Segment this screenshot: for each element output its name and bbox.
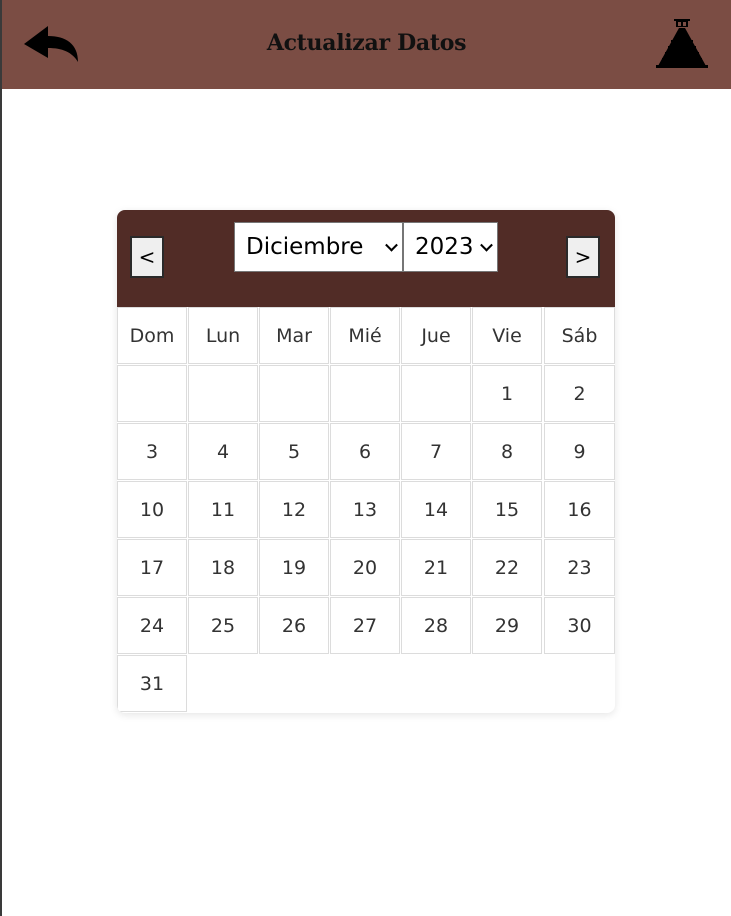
day-cell[interactable]: 21 xyxy=(401,539,471,596)
day-cell[interactable]: 5 xyxy=(259,423,329,480)
day-cell[interactable]: 1 xyxy=(472,365,542,422)
day-cell[interactable]: 8 xyxy=(472,423,542,480)
day-cell[interactable]: 4 xyxy=(188,423,258,480)
calendar-header: < Diciembre 2023 > xyxy=(117,210,615,307)
top-app-bar: Actualizar Datos xyxy=(2,0,731,89)
day-cell[interactable]: 19 xyxy=(259,539,329,596)
day-cell[interactable]: 12 xyxy=(259,481,329,538)
weekday-header: Sáb xyxy=(544,307,615,364)
day-cell[interactable]: 18 xyxy=(188,539,258,596)
day-cell[interactable]: 7 xyxy=(401,423,471,480)
day-cell[interactable]: 11 xyxy=(188,481,258,538)
day-cell[interactable]: 10 xyxy=(117,481,187,538)
day-cell[interactable]: 9 xyxy=(544,423,615,480)
year-select-value: 2023 xyxy=(415,234,474,260)
day-cell[interactable]: 24 xyxy=(117,597,187,654)
day-cell[interactable]: 16 xyxy=(544,481,615,538)
day-cell[interactable]: 28 xyxy=(401,597,471,654)
chevron-down-icon xyxy=(385,238,398,252)
day-cell[interactable]: 13 xyxy=(330,481,400,538)
empty-day-cell xyxy=(330,365,400,422)
weekday-header: Lun xyxy=(188,307,258,364)
day-cell[interactable]: 27 xyxy=(330,597,400,654)
window-left-border xyxy=(0,0,2,916)
day-cell[interactable]: 23 xyxy=(544,539,615,596)
weekday-header: Jue xyxy=(401,307,471,364)
page-title: Actualizar Datos xyxy=(266,30,467,56)
date-picker-calendar: < Diciembre 2023 > Dom Lun Mar Mié Jue Vie Sáb… xyxy=(117,210,615,713)
weekday-header: Mar xyxy=(259,307,329,364)
day-cell[interactable]: 25 xyxy=(188,597,258,654)
day-cell[interactable]: 3 xyxy=(117,423,187,480)
day-cell[interactable]: 29 xyxy=(472,597,542,654)
month-select[interactable]: Diciembre xyxy=(234,222,403,272)
day-cell[interactable]: 31 xyxy=(117,655,187,712)
day-cell[interactable]: 15 xyxy=(472,481,542,538)
weekday-header: Mié xyxy=(330,307,400,364)
day-cell[interactable]: 26 xyxy=(259,597,329,654)
pyramid-logo-icon xyxy=(652,16,712,70)
next-month-button[interactable]: > xyxy=(566,236,600,278)
year-select[interactable]: 2023 xyxy=(403,222,498,272)
previous-month-button[interactable]: < xyxy=(130,236,164,278)
empty-day-cell xyxy=(117,365,187,422)
day-cell[interactable]: 6 xyxy=(330,423,400,480)
day-cell[interactable]: 20 xyxy=(330,539,400,596)
chevron-down-icon xyxy=(480,238,493,252)
weekday-header: Vie xyxy=(472,307,542,364)
weekday-header: Dom xyxy=(117,307,187,364)
month-select-value: Diciembre xyxy=(246,234,364,260)
day-cell[interactable]: 17 xyxy=(117,539,187,596)
empty-day-cell xyxy=(401,365,471,422)
day-cell[interactable]: 22 xyxy=(472,539,542,596)
day-cell[interactable]: 2 xyxy=(544,365,615,422)
empty-day-cell xyxy=(259,365,329,422)
day-cell[interactable]: 30 xyxy=(544,597,615,654)
day-cell[interactable]: 14 xyxy=(401,481,471,538)
empty-day-cell xyxy=(188,365,258,422)
